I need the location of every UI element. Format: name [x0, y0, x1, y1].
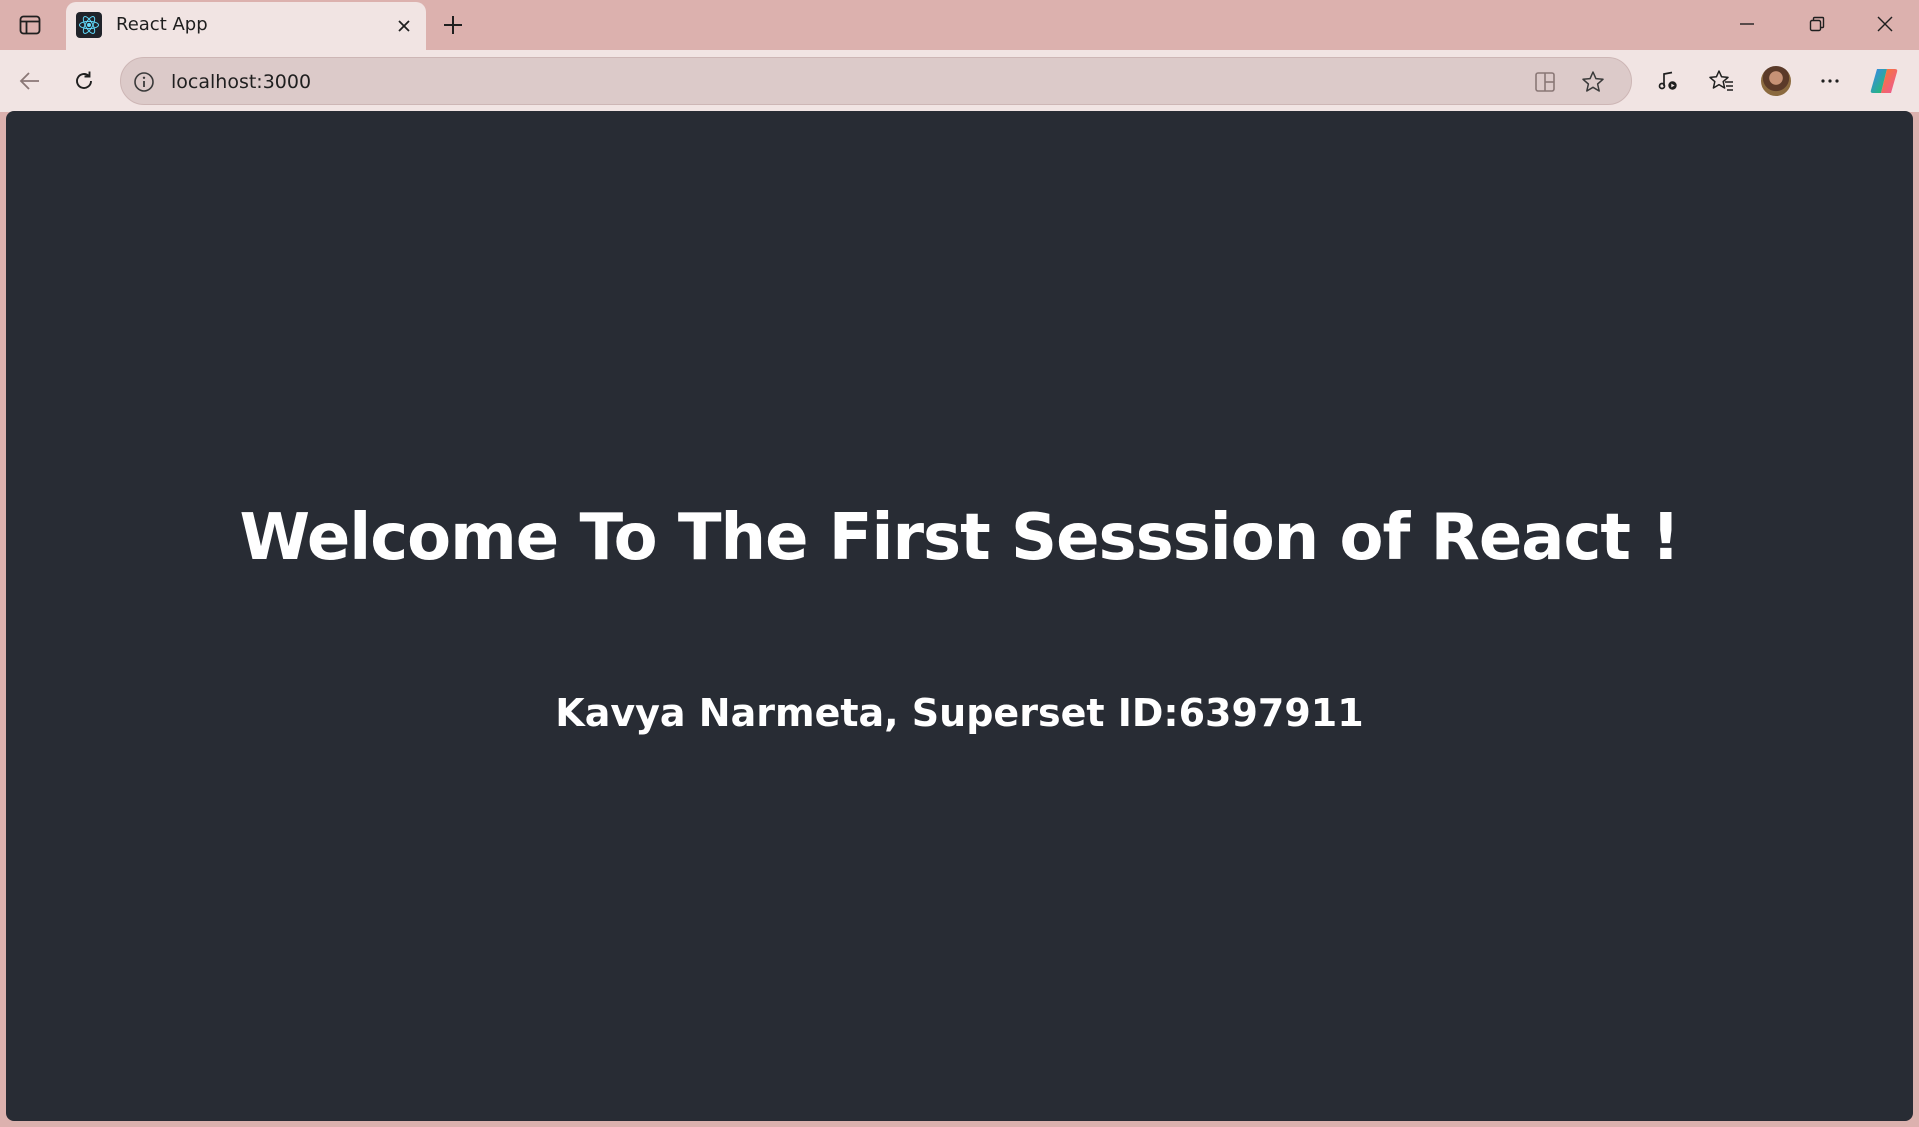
- tab-title: React App: [116, 14, 208, 35]
- more-icon: [1821, 79, 1839, 83]
- close-icon: [1877, 16, 1893, 32]
- restore-icon: [1809, 16, 1825, 32]
- favorite-star-icon: [1582, 71, 1604, 92]
- media-control-icon: [1658, 71, 1677, 90]
- back-arrow-icon: [19, 72, 39, 90]
- reload-button[interactable]: [66, 63, 102, 99]
- split-screen-icon: [1535, 72, 1555, 92]
- browser-toolbar: localhost:3000: [0, 50, 1919, 112]
- restore-button[interactable]: [1792, 4, 1842, 44]
- more-options-button[interactable]: [1812, 63, 1848, 99]
- url-text[interactable]: localhost:3000: [171, 71, 311, 93]
- tab-close-button[interactable]: [392, 14, 416, 38]
- favorites-icon: [1709, 70, 1733, 91]
- tab-react-app[interactable]: React App: [66, 2, 426, 50]
- page-subheading: Kavya Narmeta, Superset ID:6397911: [555, 691, 1364, 735]
- sidebar-toggle-button[interactable]: [14, 10, 46, 40]
- minimize-icon: [1740, 23, 1754, 25]
- copilot-icon: [1870, 69, 1898, 93]
- close-icon: [398, 20, 410, 32]
- add-favorite-button[interactable]: [1579, 68, 1607, 96]
- plus-icon: [444, 16, 462, 34]
- minimize-button[interactable]: [1722, 4, 1772, 44]
- new-tab-button[interactable]: [436, 8, 470, 42]
- page-viewport: Welcome To The First Sesssion of React !…: [6, 111, 1913, 1121]
- media-control-button[interactable]: [1650, 63, 1686, 99]
- favorites-button[interactable]: [1704, 63, 1740, 99]
- profile-button[interactable]: [1758, 63, 1794, 99]
- address-bar[interactable]: localhost:3000: [120, 57, 1632, 105]
- page-heading: Welcome To The First Sesssion of React !: [239, 501, 1681, 575]
- react-logo-icon: [76, 12, 102, 38]
- back-button[interactable]: [12, 63, 48, 99]
- sidebar-icon: [19, 15, 41, 35]
- window-close-button[interactable]: [1860, 4, 1910, 44]
- reload-icon: [76, 71, 92, 89]
- tab-strip: React App: [0, 0, 1919, 50]
- profile-avatar: [1759, 64, 1793, 98]
- copilot-button[interactable]: [1866, 63, 1902, 99]
- info-icon[interactable]: [131, 69, 157, 95]
- split-screen-button[interactable]: [1531, 68, 1559, 96]
